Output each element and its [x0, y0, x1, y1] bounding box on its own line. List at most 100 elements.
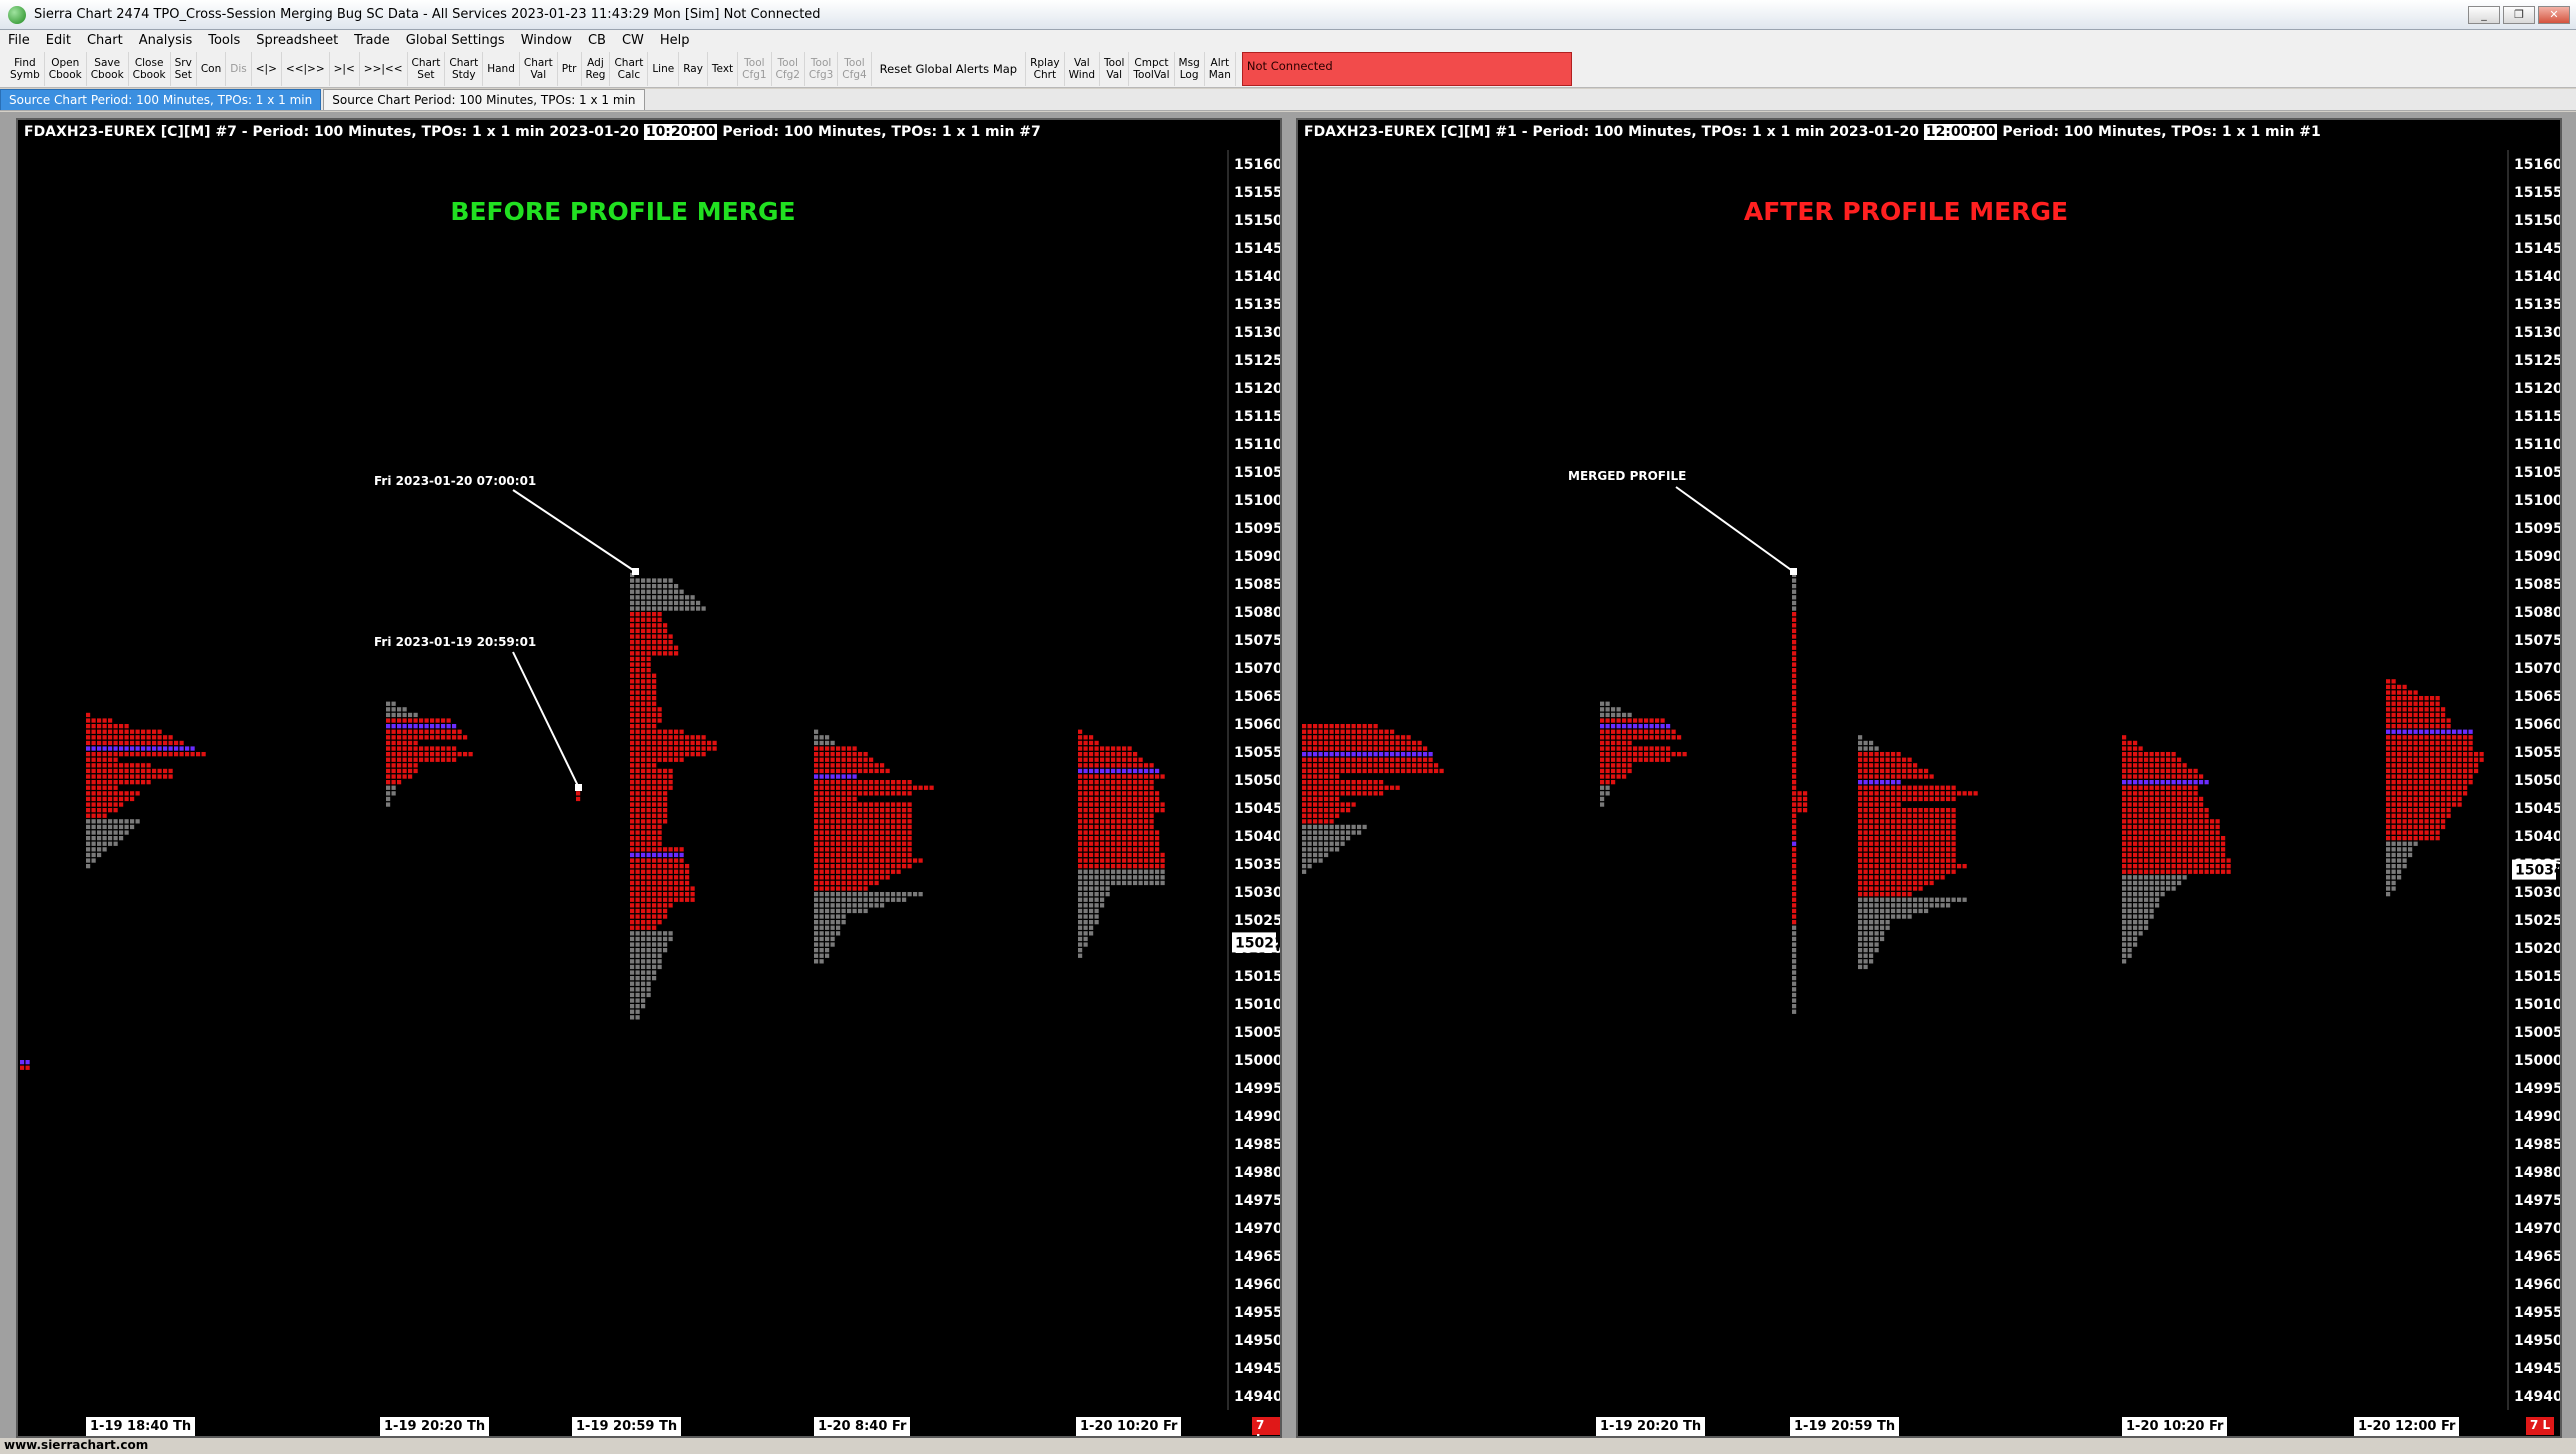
tpo-block: [674, 752, 679, 757]
toolbar-button-msg-log[interactable]: Msg Log: [1175, 51, 1205, 86]
tpo-block: [1362, 791, 1367, 796]
toolbar-button-line[interactable]: Line: [648, 51, 680, 86]
tpo-block: [2171, 875, 2176, 880]
tpo-block: [1094, 746, 1099, 751]
tpo-block: [641, 925, 646, 930]
menu-file[interactable]: File: [0, 33, 38, 48]
tpo-block: [641, 780, 646, 785]
toolbar-button-rplay-chrt[interactable]: Rplay Chrt: [1026, 51, 1065, 86]
tpo-block: [1913, 864, 1918, 869]
menu-window[interactable]: Window: [513, 33, 580, 48]
chart-window-after[interactable]: AFTER PROFILE MERGE MERGED PROFILE 15160 15…: [1296, 118, 2562, 1438]
tpo-block: [657, 785, 662, 790]
chartbook-tab-1[interactable]: Source Chart Period: 100 Minutes, TPOs: …: [0, 89, 322, 110]
tpo-block: [2430, 712, 2435, 718]
tpo-block: [1362, 729, 1367, 734]
toolbar-button-ray[interactable]: Ray: [679, 51, 708, 86]
tpo-block: [635, 645, 640, 650]
menu-trade[interactable]: Trade: [346, 33, 398, 48]
toolbar-button-[interactable]: <<|>>: [282, 51, 330, 86]
tpo-block: [1885, 780, 1890, 785]
menu-help[interactable]: Help: [652, 33, 698, 48]
tpo-block: [1100, 892, 1105, 897]
toolbar-button-tool-val[interactable]: Tool Val: [1100, 51, 1130, 86]
toolbar-button-tool-cfg2[interactable]: Tool Cfg2: [772, 51, 805, 86]
toolbar-button-alrt-man[interactable]: Alrt Man: [1205, 51, 1236, 86]
toolbar-button-hand[interactable]: Hand: [483, 51, 520, 86]
toolbar-button-ptr[interactable]: Ptr: [558, 51, 582, 86]
menu-tools[interactable]: Tools: [200, 33, 248, 48]
tpo-block: [1318, 729, 1323, 734]
menu-chart[interactable]: Chart: [79, 33, 131, 48]
toolbar-button-open-cbook[interactable]: Open Cbook: [45, 51, 87, 86]
toolbar-button-reset-global-alerts-map[interactable]: Reset Global Alerts Map: [872, 51, 1027, 86]
close-button[interactable]: ✕: [2538, 6, 2570, 24]
menu-spreadsheet[interactable]: Spreadsheet: [248, 33, 346, 48]
tpo-block: [652, 780, 657, 785]
toolbar-button-chart-calc[interactable]: Chart Calc: [610, 51, 649, 86]
toolbar-button-dis[interactable]: Dis: [226, 51, 252, 86]
tpo-block: [858, 791, 863, 796]
tpo-block: [841, 746, 846, 751]
toolbar-button-chart-stdy[interactable]: Chart Stdy: [445, 51, 484, 86]
toolbar-button-text[interactable]: Text: [708, 51, 739, 86]
tpo-block: [814, 869, 819, 874]
tpo-block: [891, 802, 896, 807]
tpo-block: [1858, 858, 1863, 863]
minimize-button[interactable]: _: [2468, 6, 2500, 24]
tpo-block: [2391, 847, 2396, 852]
tpo-block: [630, 679, 635, 684]
toolbar-button-tool-cfg1[interactable]: Tool Cfg1: [738, 51, 772, 86]
price-scale[interactable]: 1516015155151501514515140151351513015125…: [2507, 150, 2562, 1410]
tpo-block: [1318, 796, 1323, 802]
tpo-block: [1144, 768, 1149, 774]
tpo-block: [2221, 847, 2226, 852]
toolbar-button-tool-cfg3[interactable]: Tool Cfg3: [805, 51, 839, 86]
tpo-block: [1335, 774, 1340, 779]
tpo-block: [1078, 808, 1083, 813]
toolbar-button-tool-cfg4[interactable]: Tool Cfg4: [838, 51, 872, 86]
tpo-block: [657, 903, 662, 908]
tpo-block: [635, 931, 640, 936]
toolbar-button-close-cbook[interactable]: Close Cbook: [129, 51, 171, 86]
toolbar-button-[interactable]: <|>: [252, 51, 282, 86]
tpo-block: [2155, 824, 2160, 830]
connection-status-box[interactable]: Not Connected: [1241, 51, 1572, 86]
toolbar-button-val-wind[interactable]: Val Wind: [1065, 51, 1101, 86]
chart-window-before[interactable]: BEFORE PROFILE MERGE Fri 2023-01-20 07:00…: [16, 118, 1282, 1438]
tpo-block: [1318, 819, 1323, 824]
price-scale[interactable]: 1516015155151501514515140151351513015125…: [1227, 150, 1282, 1410]
tpo-block: [2182, 852, 2187, 858]
tpo-block: [408, 763, 413, 768]
toolbar-button-save-cbook[interactable]: Save Cbook: [87, 51, 129, 86]
menu-analysis[interactable]: Analysis: [131, 33, 201, 48]
tpo-block: [663, 948, 668, 953]
tpo-chart-after[interactable]: AFTER PROFILE MERGEMERGED PROFILE1516015…: [1298, 120, 2562, 1438]
toolbar-button-con[interactable]: Con: [197, 51, 227, 86]
menu-global-settings[interactable]: Global Settings: [398, 33, 513, 48]
tpo-block: [657, 931, 662, 936]
tpo-block: [2413, 813, 2418, 818]
toolbar-button-srv-set[interactable]: Srv Set: [171, 51, 197, 86]
tpo-block: [2160, 757, 2165, 762]
toolbar-button-adj-reg[interactable]: Adj Reg: [582, 51, 611, 86]
tpo-block: [1918, 841, 1923, 846]
menu-cb[interactable]: CB: [580, 33, 614, 48]
tpo-block: [1324, 808, 1329, 813]
tpo-block: [97, 808, 102, 813]
tpo-profile-6: [2386, 679, 2484, 897]
tpo-block: [668, 584, 673, 589]
toolbar-button-cmpct-toolval[interactable]: Cmpct ToolVal: [1129, 51, 1175, 86]
toolbar-button-[interactable]: >>|<<: [360, 51, 408, 86]
tpo-block: [1792, 936, 1797, 942]
toolbar-button-find-symb[interactable]: Find Symb: [6, 51, 45, 86]
toolbar-button-chart-set[interactable]: Chart Set: [408, 51, 446, 86]
chartbook-tab-2[interactable]: Source Chart Period: 100 Minutes, TPOs: …: [323, 89, 645, 110]
tpo-chart-before[interactable]: BEFORE PROFILE MERGEFri 2023-01-20 07:00…: [18, 120, 1282, 1438]
restore-button[interactable]: ❐: [2503, 6, 2535, 24]
toolbar-button-chart-val[interactable]: Chart Val: [520, 51, 558, 86]
menu-cw[interactable]: CW: [614, 33, 652, 48]
tpo-block: [119, 819, 124, 824]
menu-edit[interactable]: Edit: [38, 33, 79, 48]
toolbar-button-[interactable]: >|<: [330, 51, 360, 86]
